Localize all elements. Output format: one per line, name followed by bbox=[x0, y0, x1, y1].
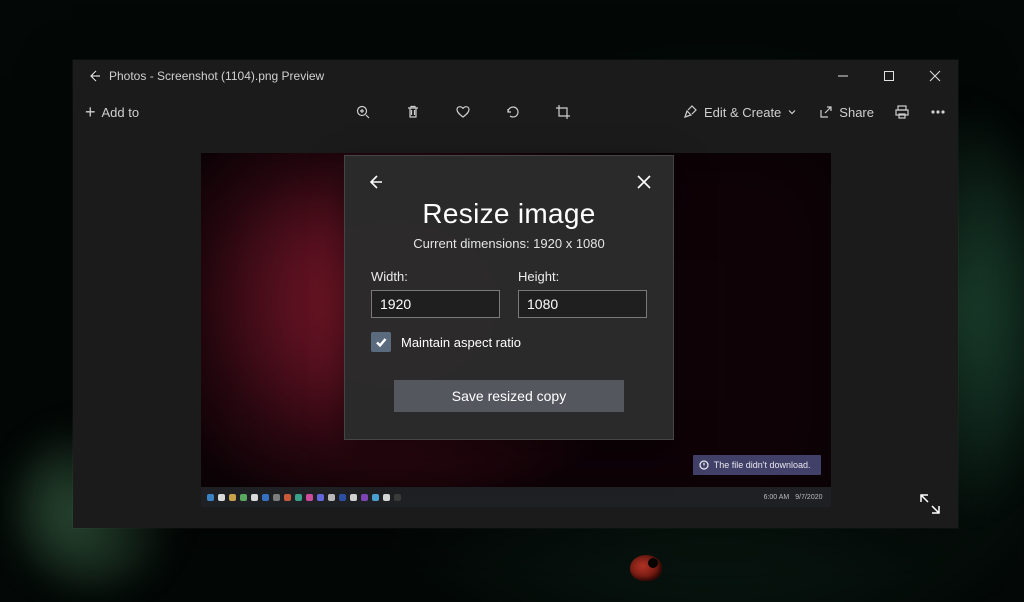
edit-create-button[interactable]: Edit & Create bbox=[682, 104, 797, 120]
chevron-down-icon bbox=[787, 107, 797, 117]
print-button[interactable] bbox=[894, 104, 910, 120]
share-button[interactable]: Share bbox=[817, 104, 874, 120]
edit-create-label: Edit & Create bbox=[704, 105, 781, 120]
close-button[interactable] bbox=[912, 60, 958, 92]
decorative-ladybug bbox=[630, 555, 662, 581]
zoom-button[interactable] bbox=[355, 104, 371, 120]
tray-date: 9/7/2020 bbox=[795, 494, 822, 501]
toast-text: The file didn't download. bbox=[714, 460, 811, 470]
share-label: Share bbox=[839, 105, 874, 120]
tray-time: 6:00 AM bbox=[764, 494, 790, 501]
dialog-title: Resize image bbox=[365, 198, 653, 230]
height-input[interactable] bbox=[518, 290, 647, 318]
dialog-close-button[interactable] bbox=[635, 173, 653, 191]
back-button[interactable] bbox=[79, 68, 109, 84]
window-title: Photos - Screenshot (1104).png Preview bbox=[109, 69, 820, 83]
dialog-subtitle: Current dimensions: 1920 x 1080 bbox=[365, 236, 653, 251]
add-to-button[interactable]: + Add to bbox=[85, 103, 139, 121]
check-icon bbox=[374, 335, 388, 349]
titlebar: Photos - Screenshot (1104).png Preview bbox=[73, 60, 958, 92]
plus-icon: + bbox=[85, 103, 96, 121]
delete-button[interactable] bbox=[405, 104, 421, 120]
embedded-taskbar: 6:00 AM 9/7/2020 bbox=[201, 487, 831, 507]
save-resized-copy-button[interactable]: Save resized copy bbox=[394, 380, 624, 412]
crop-button[interactable] bbox=[555, 104, 571, 120]
maximize-button[interactable] bbox=[866, 60, 912, 92]
more-button[interactable] bbox=[930, 104, 946, 120]
fullscreen-button[interactable] bbox=[916, 490, 944, 518]
width-input[interactable] bbox=[371, 290, 500, 318]
dialog-back-button[interactable] bbox=[365, 172, 385, 192]
download-failed-toast[interactable]: The file didn't download. bbox=[693, 455, 821, 475]
favorite-button[interactable] bbox=[455, 104, 471, 120]
height-label: Height: bbox=[518, 269, 647, 284]
rotate-button[interactable] bbox=[505, 104, 521, 120]
toolbar: + Add to Edit & Create Share bbox=[73, 92, 958, 132]
maintain-aspect-checkbox[interactable] bbox=[371, 332, 391, 352]
maintain-aspect-label: Maintain aspect ratio bbox=[401, 335, 521, 350]
width-label: Width: bbox=[371, 269, 500, 284]
minimize-button[interactable] bbox=[820, 60, 866, 92]
resize-dialog: Resize image Current dimensions: 1920 x … bbox=[344, 155, 674, 440]
add-to-label: Add to bbox=[102, 105, 140, 120]
